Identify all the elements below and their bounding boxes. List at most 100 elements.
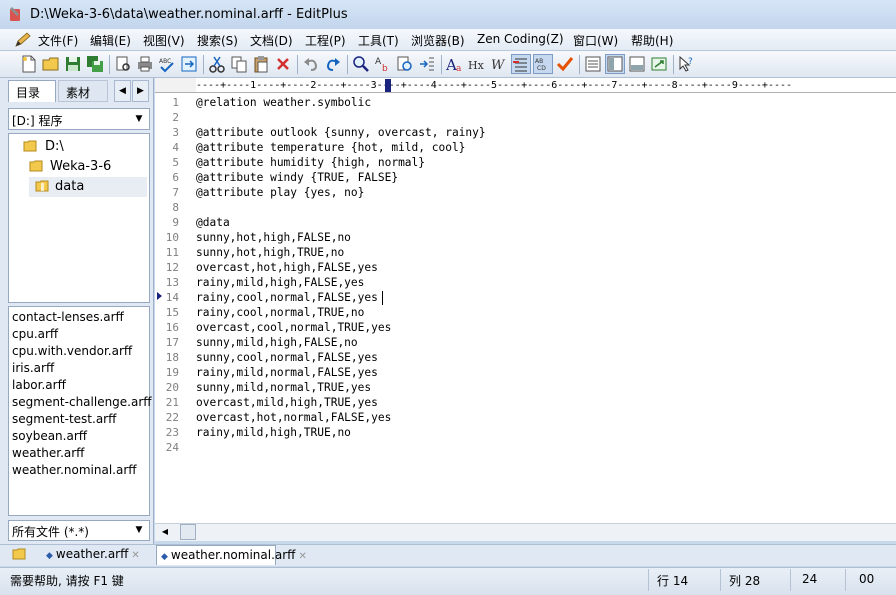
browser-view-icon[interactable] — [180, 55, 198, 73]
chevron-down-icon[interactable]: ▼ — [132, 112, 146, 126]
doc-tab-weather[interactable]: ◆ weather.arff ✕ — [42, 545, 156, 565]
menu-project[interactable]: 工程(P) — [305, 32, 346, 49]
tab-scroll-left-icon[interactable]: ◀ — [114, 80, 131, 102]
code-line[interactable]: sunny,cool,normal,FALSE,yes — [196, 350, 378, 365]
spellcheck-icon[interactable]: ABC — [158, 55, 176, 73]
svg-text:A: A — [375, 57, 382, 67]
menu-document[interactable]: 文档(D) — [250, 32, 293, 49]
fullscreen-icon[interactable] — [650, 55, 668, 73]
code-line[interactable]: sunny,hot,high,TRUE,no — [196, 245, 344, 260]
file-item[interactable]: cpu.with.vendor.arff — [12, 344, 132, 361]
open-folder-icon[interactable] — [42, 55, 60, 73]
toolbar-separator — [203, 55, 204, 74]
print-preview-icon[interactable] — [114, 55, 132, 73]
line-number-icon[interactable] — [511, 54, 531, 74]
code-line[interactable]: overcast,hot,high,FALSE,yes — [196, 260, 378, 275]
print-icon[interactable] — [136, 55, 154, 73]
editplus-app-icon[interactable] — [7, 6, 23, 22]
code-line-current[interactable]: rainy,cool,normal,FALSE,yes — [196, 290, 378, 305]
folder-item-selected[interactable]: data — [29, 177, 147, 197]
save-all-icon[interactable] — [86, 55, 104, 73]
directory-window-icon[interactable] — [584, 55, 602, 73]
undo-icon[interactable] — [302, 55, 320, 73]
menu-view[interactable]: 视图(V) — [143, 32, 185, 49]
code-line[interactable]: sunny,mild,high,FALSE,no — [196, 335, 358, 350]
code-line[interactable]: rainy,cool,normal,TRUE,no — [196, 305, 364, 320]
output-window-icon[interactable] — [628, 55, 646, 73]
menu-browser[interactable]: 浏览器(B) — [411, 32, 465, 49]
cliptext-window-icon[interactable] — [605, 54, 625, 74]
file-item[interactable]: contact-lenses.arff — [12, 310, 124, 327]
scroll-left-arrow-icon[interactable]: ◀ — [160, 527, 170, 537]
ruler-toggle-icon[interactable]: AB CD — [533, 54, 553, 74]
code-line[interactable]: overcast,cool,normal,TRUE,yes — [196, 320, 391, 335]
replace-icon[interactable]: Ab — [374, 55, 392, 73]
new-file-icon[interactable] — [20, 55, 38, 73]
code-line[interactable]: sunny,mild,normal,TRUE,yes — [196, 380, 371, 395]
paste-icon[interactable] — [252, 55, 270, 73]
code-line[interactable]: @attribute humidity {high, normal} — [196, 155, 425, 170]
file-item[interactable]: weather.nominal.arff — [12, 463, 137, 480]
code-line[interactable]: rainy,mild,normal,FALSE,yes — [196, 365, 378, 380]
file-item[interactable]: iris.arff — [12, 361, 54, 378]
code-line[interactable]: overcast,mild,high,TRUE,yes — [196, 395, 378, 410]
code-line[interactable]: @data — [196, 215, 230, 230]
file-item[interactable]: segment-test.arff — [12, 412, 116, 429]
drive-select[interactable]: [D:] 程序 ▼ — [8, 108, 150, 130]
goto-line-icon[interactable] — [418, 55, 436, 73]
menu-zen-coding[interactable]: Zen Coding(Z) — [477, 32, 564, 46]
line-number: 3 — [172, 126, 179, 139]
cut-icon[interactable] — [208, 55, 226, 73]
copy-icon[interactable] — [230, 55, 248, 73]
code-line[interactable]: @attribute windy {TRUE, FALSE} — [196, 170, 398, 185]
code-line[interactable]: @attribute temperature {hot, mild, cool} — [196, 140, 465, 155]
html-toolbar-icon[interactable]: Hx — [468, 55, 486, 73]
doc-tab-label: weather.nominal.arff — [170, 548, 296, 562]
code-line[interactable]: rainy,mild,high,TRUE,no — [196, 425, 351, 440]
tab-scroll-right-icon[interactable]: ▶ — [132, 80, 149, 102]
file-item[interactable]: weather.arff — [12, 446, 84, 463]
code-line[interactable]: overcast,hot,normal,FALSE,yes — [196, 410, 391, 425]
close-icon[interactable]: ✕ — [131, 550, 139, 561]
menu-tools[interactable]: 工具(T) — [358, 32, 399, 49]
code-line[interactable]: rainy,mild,high,FALSE,yes — [196, 275, 364, 290]
chevron-down-icon[interactable]: ▼ — [132, 523, 146, 537]
file-item[interactable]: labor.arff — [12, 378, 66, 395]
save-icon[interactable] — [64, 55, 82, 73]
folder-icon[interactable] — [12, 547, 26, 561]
horizontal-scrollbar[interactable] — [155, 523, 896, 541]
code-line[interactable]: @attribute outlook {sunny, overcast, rai… — [196, 125, 486, 140]
menu-file[interactable]: 文件(F) — [38, 32, 78, 49]
file-item[interactable]: segment-challenge.arff — [12, 395, 152, 412]
spell-check-mark-icon[interactable] — [556, 55, 574, 73]
word-wrap-icon[interactable]: W — [490, 55, 508, 73]
redo-icon[interactable] — [324, 55, 342, 73]
scrollbar-thumb[interactable] — [180, 524, 196, 540]
folder-item[interactable]: D:\ — [9, 137, 149, 157]
file-item[interactable]: soybean.arff — [12, 429, 87, 446]
menu-help[interactable]: 帮助(H) — [631, 32, 673, 49]
svg-text:CD: CD — [537, 65, 546, 72]
code-line[interactable]: sunny,hot,high,FALSE,no — [196, 230, 351, 245]
font-icon[interactable]: Aa — [446, 55, 464, 73]
toolbar-separator — [297, 55, 298, 74]
file-list: contact-lenses.arff cpu.arff cpu.with.ve… — [8, 306, 152, 516]
menu-search[interactable]: 搜索(S) — [197, 32, 238, 49]
find-in-files-icon[interactable] — [396, 55, 414, 73]
ruler-gutter — [155, 78, 196, 93]
tab-cliptext[interactable]: 素材 — [58, 80, 108, 102]
tab-directory[interactable]: 目录 — [8, 80, 56, 102]
code-line[interactable]: @relation weather.symbolic — [196, 95, 371, 110]
file-filter-select[interactable]: 所有文件 (*.*) ▼ — [8, 520, 150, 541]
file-type-icon: ◆ — [161, 552, 168, 562]
find-icon[interactable] — [352, 55, 370, 73]
file-item[interactable]: cpu.arff — [12, 327, 58, 344]
folder-item[interactable]: Weka-3-6 — [9, 157, 149, 177]
menu-window[interactable]: 窗口(W) — [573, 32, 618, 49]
code-line[interactable]: @attribute play {yes, no} — [196, 185, 364, 200]
doc-tab-weather-nominal[interactable]: ◆ weather.nominal.arff ✕ — [156, 545, 307, 565]
delete-icon[interactable] — [274, 55, 292, 73]
context-help-icon[interactable]: ? — [678, 55, 696, 73]
close-icon[interactable]: ✕ — [298, 551, 306, 562]
menu-edit[interactable]: 编辑(E) — [90, 32, 131, 49]
